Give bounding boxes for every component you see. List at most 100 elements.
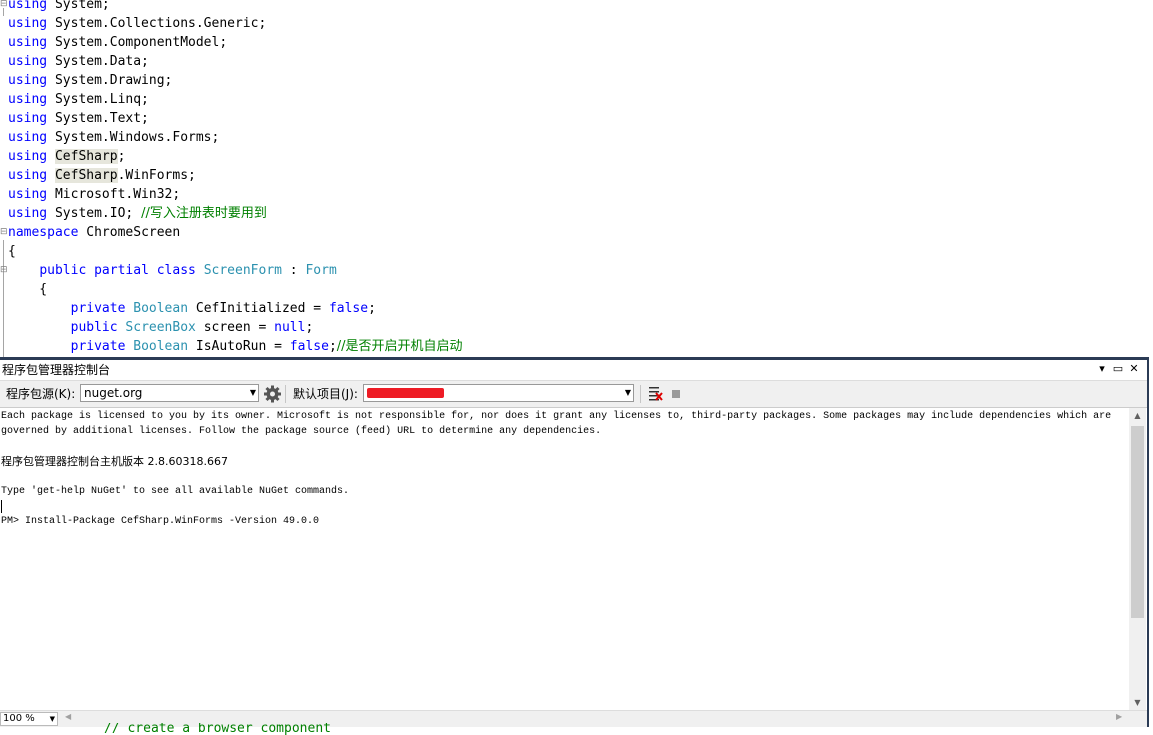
- code-token: Boolean: [133, 339, 189, 354]
- chevron-down-icon: ▼: [249, 388, 256, 397]
- code-token: System.Collections.Generic;: [47, 16, 267, 31]
- code-token: false: [328, 301, 369, 316]
- maximize-icon[interactable]: ▭: [1111, 362, 1125, 376]
- stop-icon[interactable]: [672, 390, 680, 398]
- code-token: partial: [94, 263, 149, 278]
- code-token: null: [274, 320, 306, 335]
- scroll-right-icon[interactable]: ▶: [1116, 712, 1122, 721]
- scroll-down-icon[interactable]: ▼: [1129, 695, 1146, 710]
- scrollbar-thumb[interactable]: [1131, 426, 1144, 618]
- code-token: System.ComponentModel;: [47, 35, 228, 50]
- panel-title: 程序包管理器控制台: [2, 363, 111, 377]
- code-token: ;: [117, 149, 126, 164]
- window-position-dropdown-icon[interactable]: ▾: [1095, 362, 1109, 376]
- code-token: using: [8, 149, 48, 164]
- default-project-dropdown[interactable]: ▼: [363, 384, 634, 402]
- gear-icon: [264, 385, 281, 403]
- code-line-partial: // create a browser component: [104, 723, 331, 735]
- fold-collapse-icon[interactable]: ⊟: [0, 228, 8, 237]
- code-line: using System.Collections.Generic;: [8, 14, 266, 33]
- package-manager-console-panel: 程序包管理器控制台 ▾ ▭ ✕ 程序包源(K): nuget.org ▼ 默认项…: [0, 357, 1149, 727]
- code-token: Microsoft.Win32;: [47, 187, 181, 202]
- code-line: public ScreenBox screen = null;: [8, 318, 314, 337]
- code-line: using System.ComponentModel;: [8, 33, 227, 52]
- console-output-line: PM> Install-Package CefSharp.WinForms -V…: [1, 516, 320, 527]
- settings-gear-button[interactable]: [263, 384, 282, 404]
- scroll-left-icon[interactable]: ◀: [65, 712, 71, 721]
- close-icon[interactable]: ✕: [1127, 362, 1141, 376]
- default-project-label: 默认项目(J):: [293, 387, 358, 401]
- code-token: namespace: [8, 225, 79, 240]
- console-toolbar: 程序包源(K): nuget.org ▼ 默认项目(J): ▼: [0, 380, 1147, 408]
- code-token: private: [70, 301, 126, 316]
- console-output-line: Each package is licensed to you by its o…: [1, 411, 1112, 422]
- panel-title-bar[interactable]: 程序包管理器控制台 ▾ ▭ ✕: [0, 360, 1147, 380]
- code-line: using System.Text;: [8, 109, 149, 128]
- console-output-line: Type 'get-help NuGet' to see all availab…: [1, 486, 350, 497]
- code-token: ;: [328, 339, 337, 354]
- code-token: using: [8, 130, 48, 145]
- code-token: //写入注册表时要用到: [141, 206, 267, 221]
- code-line: {: [8, 242, 16, 261]
- code-token: ScreenBox: [125, 320, 196, 335]
- code-token: System;: [47, 0, 110, 12]
- zoom-dropdown[interactable]: 100 % ▼: [0, 712, 58, 726]
- code-token: using: [8, 111, 48, 126]
- code-line: public partial class ScreenForm : Form: [8, 261, 336, 280]
- code-line: using System.IO; //写入注册表时要用到: [8, 204, 267, 223]
- package-source-label: 程序包源(K):: [6, 387, 76, 401]
- code-token: System.IO;: [47, 206, 142, 221]
- code-line: {: [8, 280, 47, 299]
- console-output[interactable]: Each package is licensed to you by its o…: [0, 408, 1129, 710]
- code-line: private Boolean CefInitialized = false;: [8, 299, 376, 318]
- code-token: public: [70, 320, 118, 335]
- console-output-line: governed by additional licenses. Follow …: [1, 426, 602, 437]
- code-token: using: [8, 206, 48, 221]
- code-line: using System.Drawing;: [8, 71, 172, 90]
- code-line: using System;: [8, 0, 110, 14]
- code-token: using: [8, 73, 48, 88]
- code-token: using: [8, 54, 48, 69]
- toolbar-separator: [640, 385, 641, 403]
- vertical-scrollbar[interactable]: ▲ ▼: [1129, 408, 1146, 710]
- code-token: CefSharp: [54, 168, 118, 183]
- code-line: using Microsoft.Win32;: [8, 185, 180, 204]
- code-token: using: [8, 187, 48, 202]
- package-source-value: nuget.org: [84, 386, 143, 400]
- code-token: public: [39, 263, 87, 278]
- zoom-value: 100 %: [3, 713, 35, 724]
- code-token: screen =: [195, 320, 275, 335]
- fold-guide: [3, 240, 4, 357]
- package-source-dropdown[interactable]: nuget.org ▼: [80, 384, 259, 402]
- code-token: System.Text;: [47, 111, 149, 126]
- code-token: using: [8, 168, 48, 183]
- code-token: System.Data;: [47, 54, 149, 69]
- chevron-down-icon: ▼: [624, 388, 631, 397]
- code-line: using System.Linq;: [8, 90, 149, 109]
- code-line: private Boolean IsAutoRun = false;//是否开启…: [8, 337, 463, 356]
- text-caret: [1, 500, 2, 513]
- redacted-project-name: [367, 388, 444, 398]
- code-line: using System.Windows.Forms;: [8, 128, 219, 147]
- code-token: using: [8, 35, 48, 50]
- code-token: ;: [368, 301, 376, 316]
- code-token: using: [8, 92, 48, 107]
- code-token: System.Linq;: [47, 92, 149, 107]
- fold-collapse-icon[interactable]: ⊟: [0, 0, 8, 9]
- scroll-up-icon[interactable]: ▲: [1129, 408, 1146, 423]
- console-output-line: 程序包管理器控制台主机版本 2.8.60318.667: [1, 455, 228, 468]
- code-token: using: [8, 16, 48, 31]
- code-line: using CefSharp;: [8, 147, 125, 166]
- clear-console-button[interactable]: [647, 385, 663, 403]
- code-token: IsAutoRun =: [188, 339, 290, 354]
- fold-collapse-icon[interactable]: ⊟: [0, 266, 8, 275]
- code-token: :: [281, 263, 306, 278]
